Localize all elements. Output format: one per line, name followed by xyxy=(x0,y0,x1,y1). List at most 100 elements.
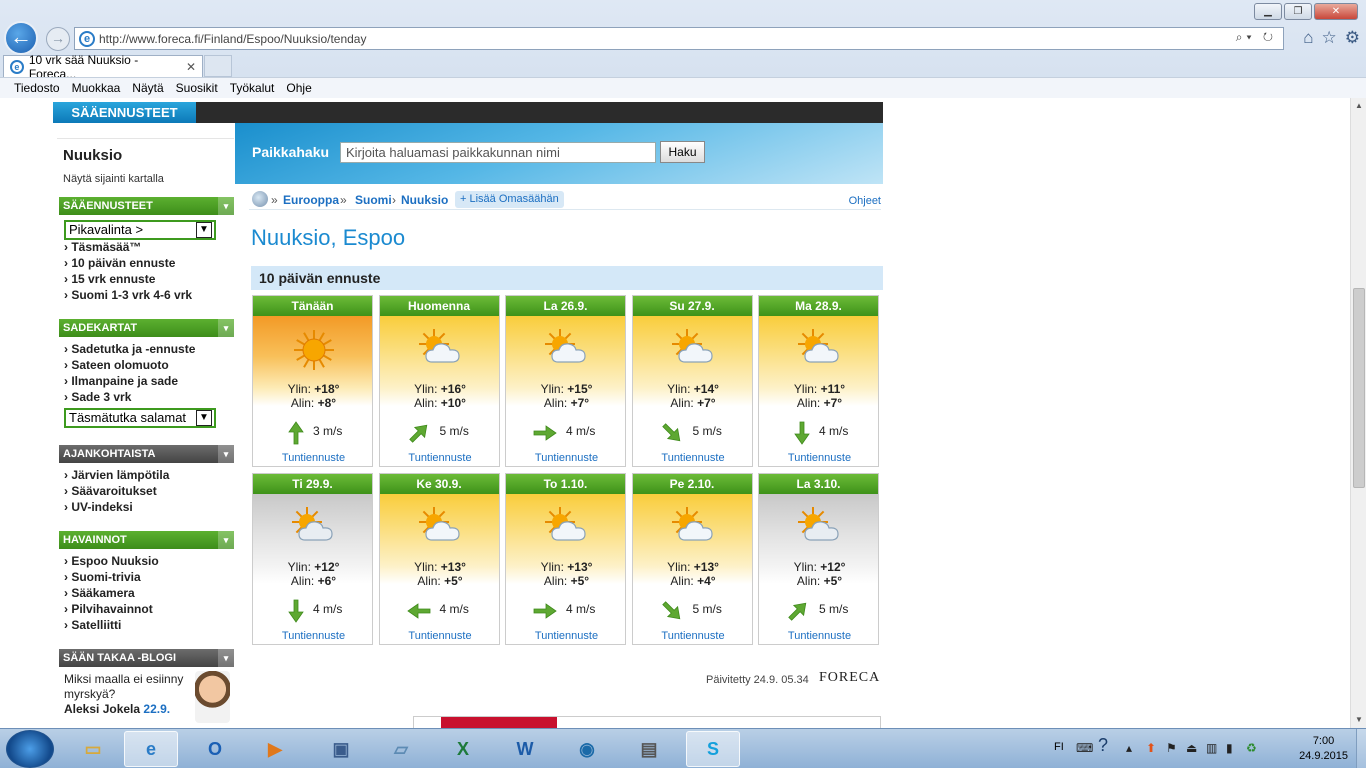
link-trivia[interactable]: Suomi-trivia xyxy=(64,570,140,584)
blog-teaser[interactable]: Miksi maalla ei esiinny myrskyä? Aleksi … xyxy=(64,672,183,717)
show-desktop-button[interactable] xyxy=(1356,729,1366,768)
crumb-nuuksio[interactable]: Nuuksio xyxy=(401,193,448,207)
link-10-day[interactable]: 10 päivän ennuste xyxy=(64,256,175,270)
hourly-forecast-link[interactable]: Tuntiennuste xyxy=(633,452,752,464)
link-warnings[interactable]: Säävaroitukset xyxy=(64,484,156,498)
minimize-button[interactable]: ▁ xyxy=(1254,3,1282,20)
section-rain-header[interactable]: SADEKARTAT ▾ xyxy=(59,319,234,337)
radar-select[interactable]: Täsmätutka salamat ▼ xyxy=(64,408,216,428)
media-player-icon[interactable]: ▶ xyxy=(248,731,302,767)
link-clouds[interactable]: Pilvihavainnot xyxy=(64,602,152,616)
hourly-forecast-link[interactable]: Tuntiennuste xyxy=(506,452,625,464)
remote-desktop-icon[interactable]: ▣ xyxy=(314,731,368,767)
scroll-thumb[interactable] xyxy=(1353,288,1365,488)
hourly-forecast-link[interactable]: Tuntiennuste xyxy=(759,630,878,642)
link-radar[interactable]: Sadetutka ja -ennuste xyxy=(64,342,195,356)
menu-file[interactable]: Tiedosto xyxy=(8,81,66,95)
scanner-icon[interactable]: ▤ xyxy=(622,731,676,767)
chevron-down-icon[interactable]: ▾ xyxy=(218,531,234,549)
ad-banner[interactable] xyxy=(441,717,557,728)
close-tab-icon[interactable]: ✕ xyxy=(186,60,196,74)
foreca-logo[interactable]: FORECA xyxy=(819,670,880,686)
back-button[interactable]: ← xyxy=(4,21,38,55)
dropdown-arrow-icon[interactable]: ▼ xyxy=(196,410,212,426)
action-center-flag-icon[interactable]: ⚑ xyxy=(1166,741,1177,755)
new-tab-button[interactable] xyxy=(204,55,232,77)
place-search-input[interactable]: Kirjoita haluamasi paikkakunnan nimi xyxy=(340,142,656,163)
hourly-forecast-link[interactable]: Tuntiennuste xyxy=(633,630,752,642)
address-bar[interactable]: e http://www.foreca.fi/Finland/Espoo/Nuu… xyxy=(74,27,1284,50)
link-rain-3d[interactable]: Sade 3 vrk xyxy=(64,390,131,404)
advertisement[interactable] xyxy=(413,716,881,728)
tray-expand-icon[interactable]: ▴ xyxy=(1126,741,1132,755)
chevron-down-icon[interactable]: ▾ xyxy=(218,197,234,215)
signal-icon[interactable]: ▮ xyxy=(1226,741,1233,755)
address-tools-icon[interactable]: ⌕▾ ↻ xyxy=(1236,30,1277,45)
link-satellite[interactable]: Satelliitti xyxy=(64,618,121,632)
menu-view[interactable]: Näytä xyxy=(126,81,169,95)
quick-select[interactable]: Pikavalinta > ▼ xyxy=(64,220,216,240)
link-webcam[interactable]: Sääkamera xyxy=(64,586,134,600)
network-icon[interactable]: ◉ xyxy=(560,731,614,767)
crumb-europe[interactable]: Eurooppa xyxy=(283,193,339,207)
scroll-up-icon[interactable]: ▲ xyxy=(1351,98,1366,114)
section-forecasts-header[interactable]: SÄÄENNUSTEET ▾ xyxy=(59,197,234,215)
explorer-icon[interactable]: ▭ xyxy=(66,731,120,767)
language-indicator[interactable]: FI xyxy=(1054,741,1064,753)
notepad-icon[interactable]: ▱ xyxy=(374,731,428,767)
chevron-down-icon[interactable]: ▾ xyxy=(218,445,234,463)
start-button[interactable] xyxy=(6,730,54,768)
link-pressure[interactable]: Ilmanpaine ja sade xyxy=(64,374,178,388)
help-warning-icon[interactable]: ? xyxy=(1098,735,1108,756)
hourly-forecast-link[interactable]: Tuntiennuste xyxy=(253,630,372,642)
favorites-star-icon[interactable]: ☆ xyxy=(1322,28,1337,48)
chevron-down-icon[interactable]: ▾ xyxy=(218,319,234,337)
add-to-my-weather-button[interactable]: + Lisää Omasäähän xyxy=(455,191,564,208)
network-tray-icon[interactable]: ▥ xyxy=(1206,741,1217,755)
sync-icon[interactable]: ♻ xyxy=(1246,741,1257,755)
vertical-scrollbar[interactable]: ▲ ▼ xyxy=(1350,98,1366,728)
section-blog-header[interactable]: SÄÄN TAKAA -BLOGI ▾ xyxy=(59,649,234,667)
update-icon[interactable]: ⬆ xyxy=(1146,741,1156,755)
menu-help[interactable]: Ohje xyxy=(280,81,317,95)
forward-button[interactable]: → xyxy=(46,27,70,51)
crumb-finland[interactable]: Suomi xyxy=(355,193,392,207)
scroll-down-icon[interactable]: ▼ xyxy=(1351,712,1366,728)
link-15-day[interactable]: 15 vrk ennuste xyxy=(64,272,155,286)
hourly-forecast-link[interactable]: Tuntiennuste xyxy=(759,452,878,464)
internet-explorer-icon[interactable]: e xyxy=(124,731,178,767)
menu-favorites[interactable]: Suosikit xyxy=(170,81,224,95)
system-clock[interactable]: 7:00 24.9.2015 xyxy=(1299,734,1348,764)
keyboard-icon[interactable]: ⌨ xyxy=(1076,741,1093,755)
outlook-icon[interactable]: O xyxy=(188,731,242,767)
settings-gear-icon[interactable]: ⚙ xyxy=(1345,28,1360,48)
section-observations-header[interactable]: HAVAINNOT ▾ xyxy=(59,531,234,549)
search-button[interactable]: Haku xyxy=(660,141,705,163)
section-current-header[interactable]: AJANKOHTAISTA ▾ xyxy=(59,445,234,463)
menu-tools[interactable]: Työkalut xyxy=(224,81,281,95)
link-uv[interactable]: UV-indeksi xyxy=(64,500,132,514)
link-espoo-nuuksio[interactable]: Espoo Nuuksio xyxy=(64,554,158,568)
maximize-button[interactable]: ❐ xyxy=(1284,3,1312,20)
menu-edit[interactable]: Muokkaa xyxy=(66,81,127,95)
link-finland[interactable]: Suomi 1-3 vrk 4-6 vrk xyxy=(64,288,192,302)
chevron-down-icon[interactable]: ▾ xyxy=(218,649,234,667)
hourly-forecast-link[interactable]: Tuntiennuste xyxy=(506,630,625,642)
close-button[interactable]: ✕ xyxy=(1314,3,1358,20)
hourly-forecast-link[interactable]: Tuntiennuste xyxy=(253,452,372,464)
help-link[interactable]: Ohjeet xyxy=(849,195,881,207)
dropdown-arrow-icon[interactable]: ▼ xyxy=(196,222,212,238)
hourly-forecast-link[interactable]: Tuntiennuste xyxy=(380,630,499,642)
hourly-forecast-link[interactable]: Tuntiennuste xyxy=(380,452,499,464)
home-icon[interactable]: ⌂ xyxy=(1303,28,1313,48)
browser-tab[interactable]: e 10 vrk sää Nuuksio - Foreca... ✕ xyxy=(3,53,203,81)
skype-icon[interactable]: S xyxy=(686,731,740,767)
word-icon[interactable]: W xyxy=(498,731,552,767)
link-precip-type[interactable]: Sateen olomuoto xyxy=(64,358,168,372)
excel-icon[interactable]: X xyxy=(436,731,490,767)
forecasts-section-tab[interactable]: SÄÄENNUSTEET xyxy=(53,102,196,123)
link-precise-weather[interactable]: Täsmäsää™ xyxy=(64,240,141,254)
url-text[interactable]: http://www.foreca.fi/Finland/Espoo/Nuuks… xyxy=(99,32,366,46)
usb-icon[interactable]: ⏏ xyxy=(1186,741,1197,755)
link-lake-temp[interactable]: Järvien lämpötila xyxy=(64,468,169,482)
